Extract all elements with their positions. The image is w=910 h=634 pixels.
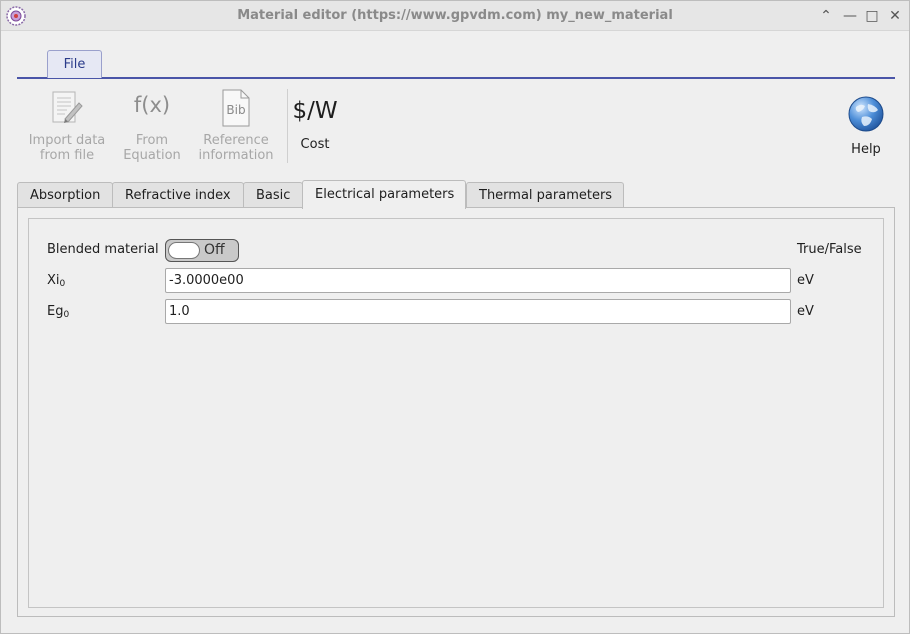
ribbon-tab-bar: File [17, 50, 895, 79]
document-edit-icon [52, 91, 83, 123]
tab-electrical-parameters[interactable]: Electrical parameters [302, 180, 466, 209]
toggle-knob [168, 242, 200, 259]
globe-icon [848, 96, 884, 132]
chevron-up-icon[interactable]: ⌃ [817, 7, 835, 25]
bib-glyph: Bib [226, 103, 246, 117]
material-editor-window: Material editor (https://www.gpvdm.com) … [0, 0, 910, 634]
from-equation-label-2: Equation [123, 148, 181, 163]
help-label: Help [851, 142, 881, 157]
minimize-icon[interactable]: — [841, 7, 859, 25]
from-equation-label-1: From [135, 133, 169, 148]
help-button[interactable]: Help [839, 95, 893, 157]
reference-information-button[interactable]: Bib Reference information [195, 89, 277, 163]
from-equation-button[interactable]: f(x) From Equation [117, 89, 187, 163]
tab-basic[interactable]: Basic [243, 182, 303, 208]
tab-thermal-parameters[interactable]: Thermal parameters [466, 182, 624, 208]
maximize-icon[interactable]: □ [863, 7, 881, 25]
reference-label-2: information [198, 148, 274, 163]
close-icon[interactable]: ✕ [886, 7, 904, 25]
import-data-label-2: from file [39, 148, 95, 163]
function-icon: f(x) [133, 93, 171, 117]
bib-document-icon: Bib [221, 89, 251, 127]
title-bar[interactable]: Material editor (https://www.gpvdm.com) … [1, 1, 909, 31]
ribbon-tab-file[interactable]: File [47, 50, 102, 78]
toggle-state: Off [204, 242, 225, 258]
cost-label: Cost [300, 137, 330, 152]
import-data-button[interactable]: Import data from file [23, 89, 111, 163]
eg0-label: Eg0 [47, 304, 70, 320]
xi0-label: Xi0 [47, 273, 66, 289]
blended-material-toggle[interactable]: Off [165, 239, 239, 262]
tab-absorption[interactable]: Absorption [17, 182, 113, 208]
cost-button[interactable]: $/W Cost [289, 89, 341, 154]
eg0-input[interactable]: 1.0 [165, 299, 791, 324]
blended-material-unit: True/False [797, 242, 862, 257]
cost-icon: $/W [292, 98, 338, 124]
xi0-unit: eV [797, 273, 814, 288]
xi0-input[interactable]: -3.0000e00 [165, 268, 791, 293]
tab-refractive-index[interactable]: Refractive index [112, 182, 244, 208]
blended-material-label: Blended material [47, 242, 159, 257]
import-data-label-1: Import data [28, 133, 106, 148]
window-title: Material editor (https://www.gpvdm.com) … [237, 8, 673, 23]
reference-label-1: Reference [203, 133, 269, 148]
ribbon-separator [287, 89, 288, 163]
eg0-unit: eV [797, 304, 814, 319]
